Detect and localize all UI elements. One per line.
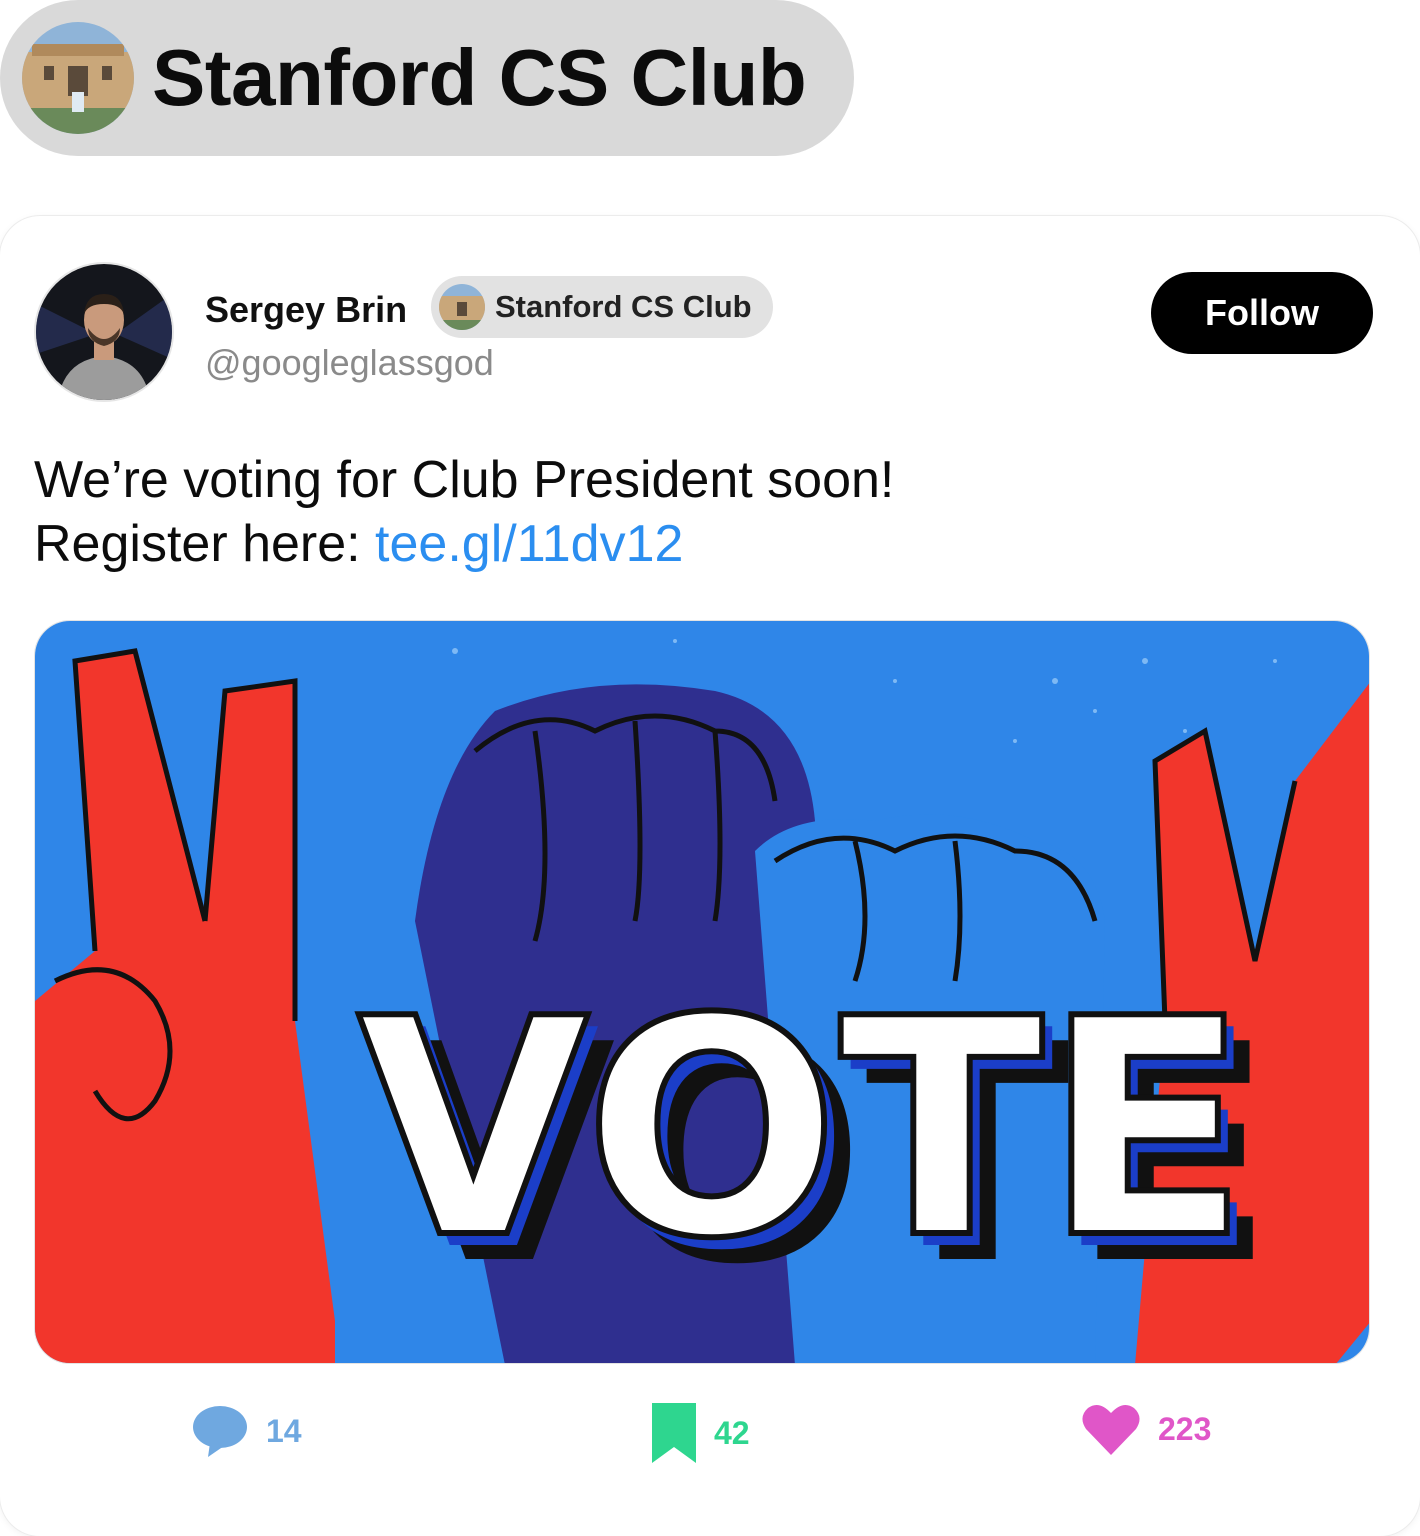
like-count: 223 bbox=[1158, 1410, 1212, 1447]
author-photo bbox=[36, 264, 172, 400]
comment-count: 14 bbox=[266, 1412, 302, 1449]
post-card: Sergey Brin Stanford CS Club @googleglas… bbox=[0, 216, 1420, 1536]
author-handle: @googleglassgod bbox=[205, 342, 494, 383]
post-link[interactable]: tee.gl/11dv12 bbox=[375, 515, 683, 573]
follow-button[interactable]: Follow bbox=[1151, 272, 1373, 354]
vote-text: VOTE bbox=[357, 955, 1249, 1304]
heart-icon bbox=[1082, 1404, 1140, 1455]
bookmark-icon bbox=[652, 1403, 696, 1463]
club-avatar bbox=[22, 22, 134, 134]
bookmark-action[interactable]: 42 bbox=[652, 1403, 750, 1463]
like-action[interactable]: 223 bbox=[1082, 1403, 1211, 1455]
club-name: Stanford CS Club bbox=[152, 33, 807, 122]
club-chip[interactable]: Stanford CS Club bbox=[431, 276, 773, 338]
author-avatar[interactable] bbox=[34, 262, 174, 402]
club-chip-avatar bbox=[439, 284, 485, 330]
post-text-line-2: Register here: tee.gl/11dv12 bbox=[34, 512, 894, 576]
post-text: We’re voting for Club President soon! Re… bbox=[34, 448, 894, 576]
post-image[interactable]: VOTE VOTE VOTE bbox=[34, 620, 1370, 1364]
club-chip-label: Stanford CS Club bbox=[495, 289, 752, 324]
post-text-line-1: We’re voting for Club President soon! bbox=[34, 451, 895, 509]
comment-action[interactable]: 14 bbox=[192, 1403, 302, 1459]
comment-bubble-icon bbox=[193, 1406, 247, 1457]
post-text-register-prefix: Register here: bbox=[34, 515, 376, 573]
bookmark-count: 42 bbox=[714, 1414, 750, 1451]
vote-illustration: VOTE VOTE VOTE bbox=[35, 621, 1369, 1363]
club-header[interactable]: Stanford CS Club bbox=[0, 0, 854, 156]
author-name[interactable]: Sergey Brin bbox=[205, 289, 407, 331]
